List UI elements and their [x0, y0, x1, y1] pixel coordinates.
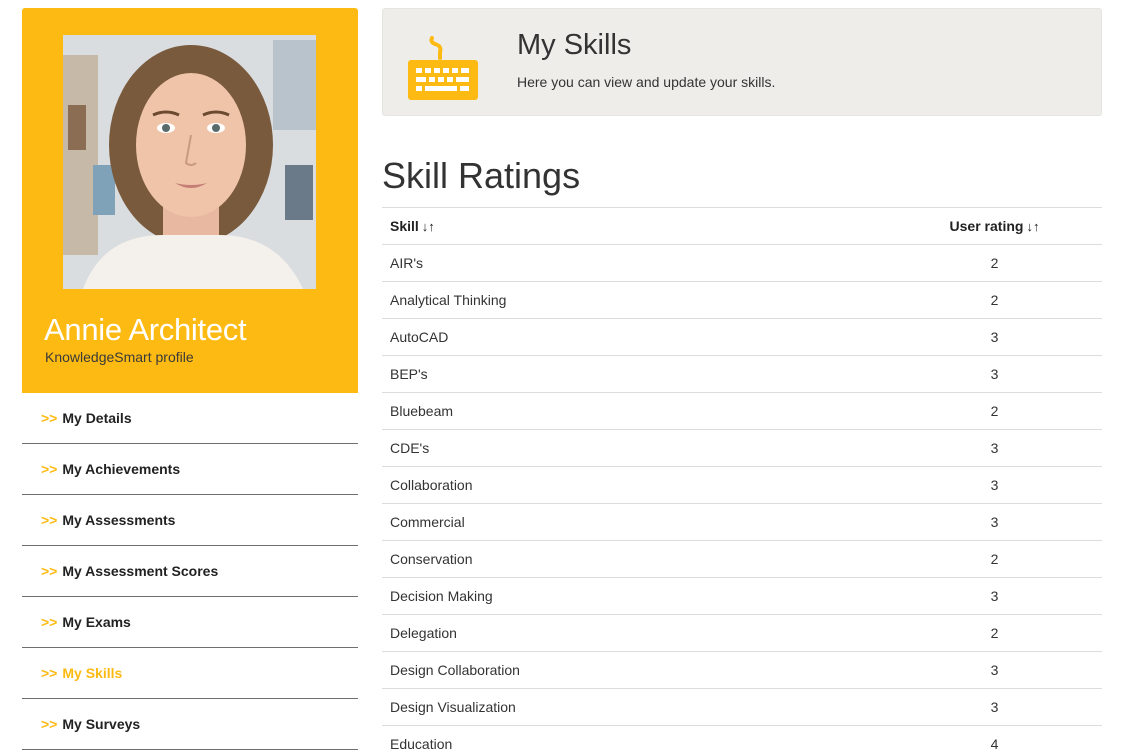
skills-table: Skill ↓↑ User rating ↓↑ AIR's 2 Analytical T…: [382, 207, 1102, 751]
skill-name-cell: CDE's: [382, 429, 887, 467]
profile-subtitle: KnowledgeSmart profile: [45, 349, 194, 365]
table-row[interactable]: AutoCAD 3: [382, 318, 1102, 356]
nav-item-my-assessments[interactable]: >> My Assessments: [22, 495, 358, 546]
table-row[interactable]: AIR's 2: [382, 244, 1102, 282]
skill-name-cell: BEP's: [382, 355, 887, 393]
sidebar: Annie Architect KnowledgeSmart profile >…: [22, 8, 358, 750]
user-rating-cell[interactable]: 2: [887, 392, 1102, 430]
chevron-icon: >>: [41, 563, 58, 579]
column-header-label: User rating: [949, 218, 1024, 234]
page-title: My Skills: [517, 29, 632, 61]
skill-name-cell: Education: [382, 725, 887, 751]
skill-name-cell: Analytical Thinking: [382, 281, 887, 319]
nav-item-my-exams[interactable]: >> My Exams: [22, 597, 358, 648]
nav-item-my-surveys[interactable]: >> My Surveys: [22, 699, 358, 750]
chevron-icon: >>: [41, 665, 58, 681]
nav-item-my-skills[interactable]: >> My Skills: [22, 648, 358, 699]
user-rating-cell[interactable]: 3: [887, 466, 1102, 504]
column-header-label: Skill: [390, 218, 419, 234]
user-rating-cell[interactable]: 2: [887, 614, 1102, 652]
table-row[interactable]: Decision Making 3: [382, 577, 1102, 615]
user-rating-cell[interactable]: 3: [887, 651, 1102, 689]
nav-item-my-assessment-scores[interactable]: >> My Assessment Scores: [22, 546, 358, 597]
user-rating-cell[interactable]: 3: [887, 577, 1102, 615]
chevron-icon: >>: [41, 512, 58, 528]
profile-name: Annie Architect: [44, 312, 247, 347]
skill-name-cell: Conservation: [382, 540, 887, 578]
table-row[interactable]: BEP's 3: [382, 355, 1102, 393]
table-row[interactable]: Conservation 2: [382, 540, 1102, 578]
skill-name-cell: Delegation: [382, 614, 887, 652]
chevron-icon: >>: [41, 716, 58, 732]
skill-name-cell: Decision Making: [382, 577, 887, 615]
nav-item-label: My Assessment Scores: [62, 563, 219, 579]
page-description: Here you can view and update your skills…: [517, 74, 776, 90]
table-row[interactable]: Collaboration 3: [382, 466, 1102, 504]
chevron-icon: >>: [41, 614, 58, 630]
skill-name-cell: Collaboration: [382, 466, 887, 504]
column-header-skill[interactable]: Skill ↓↑: [382, 207, 887, 245]
user-rating-cell[interactable]: 3: [887, 355, 1102, 393]
user-rating-cell[interactable]: 3: [887, 503, 1102, 541]
user-rating-cell[interactable]: 3: [887, 688, 1102, 726]
user-rating-cell[interactable]: 2: [887, 540, 1102, 578]
table-row[interactable]: CDE's 3: [382, 429, 1102, 467]
table-row[interactable]: Design Visualization 3: [382, 688, 1102, 726]
table-row[interactable]: Design Collaboration 3: [382, 651, 1102, 689]
nav-item-label: My Achievements: [62, 461, 181, 477]
table-row[interactable]: Analytical Thinking 2: [382, 281, 1102, 319]
column-header-user-rating[interactable]: User rating ↓↑: [887, 207, 1102, 245]
nav-item-label: My Skills: [62, 665, 123, 681]
skill-name-cell: AIR's: [382, 244, 887, 282]
sort-icon: ↓↑: [1026, 219, 1040, 234]
user-rating-cell[interactable]: 2: [887, 244, 1102, 282]
nav-item-my-details[interactable]: >> My Details: [22, 393, 358, 444]
chevron-icon: >>: [41, 410, 58, 426]
profile-photo: [63, 35, 316, 289]
user-rating-cell[interactable]: 3: [887, 318, 1102, 356]
table-row[interactable]: Commercial 3: [382, 503, 1102, 541]
main-content: My Skills Here you can view and update y…: [382, 8, 1102, 751]
user-rating-cell[interactable]: 3: [887, 429, 1102, 467]
profile-nav: >> My Details >> My Achievements >> My Asse…: [22, 393, 358, 750]
skill-name-cell: Design Collaboration: [382, 651, 887, 689]
chevron-icon: >>: [41, 461, 58, 477]
skill-name-cell: Design Visualization: [382, 688, 887, 726]
table-row[interactable]: Bluebeam 2: [382, 392, 1102, 430]
profile-card: Annie Architect KnowledgeSmart profile: [22, 8, 358, 393]
nav-item-label: My Assessments: [62, 512, 176, 528]
section-title: Skill Ratings: [382, 155, 581, 196]
table-row[interactable]: Education 4: [382, 725, 1102, 751]
sort-icon: ↓↑: [421, 219, 435, 234]
skill-name-cell: AutoCAD: [382, 318, 887, 356]
user-rating-cell[interactable]: 4: [887, 725, 1102, 751]
skill-name-cell: Commercial: [382, 503, 887, 541]
nav-item-my-achievements[interactable]: >> My Achievements: [22, 444, 358, 495]
table-row[interactable]: Delegation 2: [382, 614, 1102, 652]
nav-item-label: My Details: [62, 410, 132, 426]
skill-name-cell: Bluebeam: [382, 392, 887, 430]
table-header-row: Skill ↓↑ User rating ↓↑: [382, 207, 1102, 245]
user-rating-cell[interactable]: 2: [887, 281, 1102, 319]
keyboard-icon: [408, 36, 478, 100]
nav-item-label: My Exams: [62, 614, 131, 630]
page-header: My Skills Here you can view and update y…: [382, 8, 1102, 116]
nav-item-label: My Surveys: [62, 716, 141, 732]
